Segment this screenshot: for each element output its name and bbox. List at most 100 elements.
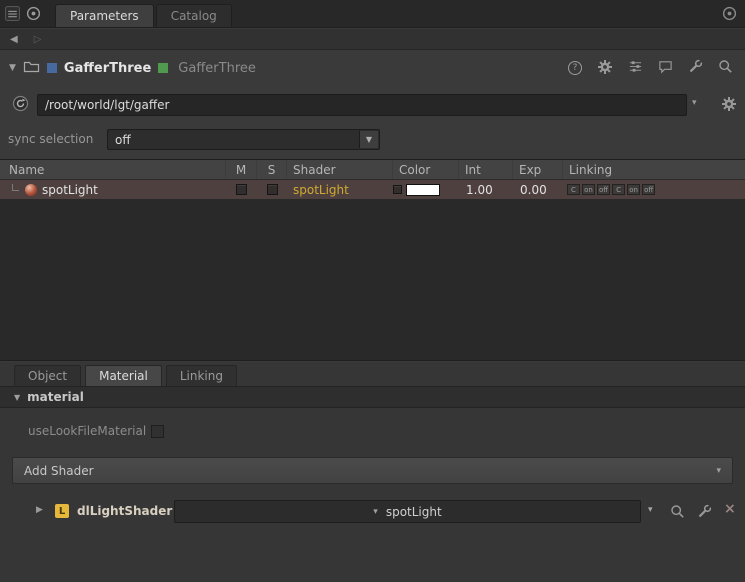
shader-name-field[interactable]: ▾ spotLight [174, 500, 641, 523]
sync-selection-label: sync selection [8, 132, 93, 146]
panel-tabbar: Parameters Catalog [0, 0, 745, 28]
node-status-badge [158, 63, 168, 73]
gear-icon[interactable] [597, 59, 613, 78]
comment-icon[interactable] [658, 59, 673, 77]
light-name: spotLight [42, 183, 98, 197]
light-shader-icon: L [55, 504, 69, 518]
katana-parameters-panel: Parameters Catalog ◀ ▷ ▼ GafferThree Gaf… [0, 0, 745, 582]
column-header-mute[interactable]: M [226, 160, 257, 179]
add-shader-dropdown[interactable]: Add Shader ▾ [12, 457, 733, 484]
tab-object[interactable]: Object [14, 365, 81, 386]
history-bar: ◀ ▷ [0, 29, 745, 50]
tab-linking[interactable]: Linking [166, 365, 237, 386]
tab-material-label: Material [99, 369, 148, 383]
column-header-linking[interactable]: Linking [563, 160, 745, 179]
node-header-toolbar: ? [568, 53, 733, 83]
exposure-value[interactable]: 0.00 [520, 183, 547, 197]
linking-badge-off1[interactable]: off [597, 184, 610, 195]
tab-material[interactable]: Material [85, 365, 162, 386]
shader-wrench-icon[interactable] [697, 504, 712, 522]
lights-table: Name M S Shader Color Int Exp Linking sp… [0, 159, 745, 361]
node-name: GafferThree [64, 61, 151, 76]
shader-field-chevron-icon: ▾ [373, 507, 378, 517]
column-header-int[interactable]: Int [459, 160, 513, 179]
column-header-shader[interactable]: Shader [287, 160, 393, 179]
intensity-cell: 1.00 [459, 180, 513, 199]
sync-selection-row: sync selection off ▼ [0, 128, 745, 152]
panel-menu-icon[interactable] [5, 6, 20, 21]
sync-selection-value: off [115, 133, 131, 147]
color-cell [393, 180, 459, 199]
color-swatch[interactable] [406, 184, 440, 196]
add-shader-label: Add Shader [24, 464, 94, 478]
shader-field-value: spotLight [386, 505, 442, 519]
use-look-file-material-row: useLookFileMaterial [28, 424, 164, 438]
mute-checkbox[interactable] [236, 184, 247, 195]
tab-catalog-label: Catalog [171, 9, 217, 23]
intensity-value[interactable]: 1.00 [466, 183, 493, 197]
reload-icon[interactable] [12, 95, 29, 115]
shader-row-label: dlLightShader [77, 504, 172, 518]
node-expander-icon[interactable]: ▼ [9, 63, 16, 73]
linking-cell: C on off C on off [563, 180, 745, 199]
add-shader-chevron-icon: ▾ [716, 466, 721, 476]
material-section-title: material [27, 390, 84, 404]
column-header-color[interactable]: Color [393, 160, 459, 179]
history-forward-icon[interactable]: ▷ [34, 34, 42, 45]
path-dropdown-icon[interactable]: ▾ [692, 98, 697, 108]
wrench-icon[interactable] [688, 59, 703, 77]
solo-checkbox[interactable] [267, 184, 278, 195]
tree-branch-icon [12, 184, 19, 191]
folder-icon [23, 60, 40, 77]
use-look-file-material-label: useLookFileMaterial [28, 424, 146, 438]
table-empty-area [0, 199, 745, 360]
lights-table-header: Name M S Shader Color Int Exp Linking [0, 160, 745, 180]
path-gear-icon[interactable] [721, 96, 737, 115]
exposure-cell: 0.00 [513, 180, 563, 199]
light-name-cell: spotLight [0, 180, 226, 199]
spotlight-icon [25, 184, 37, 196]
panel-target-icon[interactable] [26, 6, 41, 21]
tab-object-label: Object [28, 369, 67, 383]
shader-value[interactable]: spotLight [293, 183, 349, 197]
node-header: ▼ GafferThree GafferThree ? [0, 53, 745, 83]
sync-selection-dropdown[interactable]: off ▼ [107, 129, 380, 150]
mute-cell [226, 180, 257, 199]
material-section-header[interactable]: ▼ material [0, 386, 745, 408]
shader-cell: spotLight [287, 180, 393, 199]
shader-dropdown-icon[interactable]: ▾ [648, 505, 653, 515]
linking-badge-c1[interactable]: C [567, 184, 580, 195]
solo-cell [257, 180, 287, 199]
search-icon[interactable] [718, 59, 733, 77]
color-enable-checkbox[interactable] [393, 185, 402, 194]
linking-badge-off2[interactable]: off [642, 184, 655, 195]
tab-parameters-label: Parameters [70, 9, 139, 23]
shader-delete-icon[interactable]: × [724, 501, 736, 517]
node-type: GafferThree [178, 61, 256, 76]
linking-badge-c2[interactable]: C [612, 184, 625, 195]
history-back-icon[interactable]: ◀ [10, 34, 18, 45]
use-look-file-material-checkbox[interactable] [151, 425, 164, 438]
tab-linking-label: Linking [180, 369, 223, 383]
scenegraph-path-input[interactable] [37, 94, 687, 116]
column-header-name[interactable]: Name [0, 160, 226, 179]
material-expander-icon[interactable]: ▼ [14, 393, 20, 402]
column-header-solo[interactable]: S [257, 160, 287, 179]
tab-catalog[interactable]: Catalog [156, 4, 232, 27]
light-shader-row: ▶ L dlLightShader ▾ spotLight ▾ × [0, 498, 745, 525]
column-header-exp[interactable]: Exp [513, 160, 563, 179]
material-panel: Object Material Linking ▼ material useLo… [0, 362, 745, 582]
shader-search-icon[interactable] [670, 504, 685, 522]
help-icon[interactable]: ? [568, 61, 582, 75]
shader-expander-icon[interactable]: ▶ [36, 505, 43, 515]
table-row-spotlight[interactable]: spotLight spotLight 1.00 0.00 C [0, 180, 745, 199]
tab-parameters[interactable]: Parameters [55, 4, 154, 27]
sync-dropdown-arrow-icon[interactable]: ▼ [359, 131, 378, 148]
path-row: ▾ [0, 93, 745, 119]
sliders-icon[interactable] [628, 59, 643, 77]
linking-badge-on1[interactable]: on [582, 184, 595, 195]
panel-float-icon[interactable] [722, 6, 737, 21]
linking-badge-on2[interactable]: on [627, 184, 640, 195]
node-color-badge [47, 63, 57, 73]
panel-tabs: Parameters Catalog [55, 4, 234, 27]
